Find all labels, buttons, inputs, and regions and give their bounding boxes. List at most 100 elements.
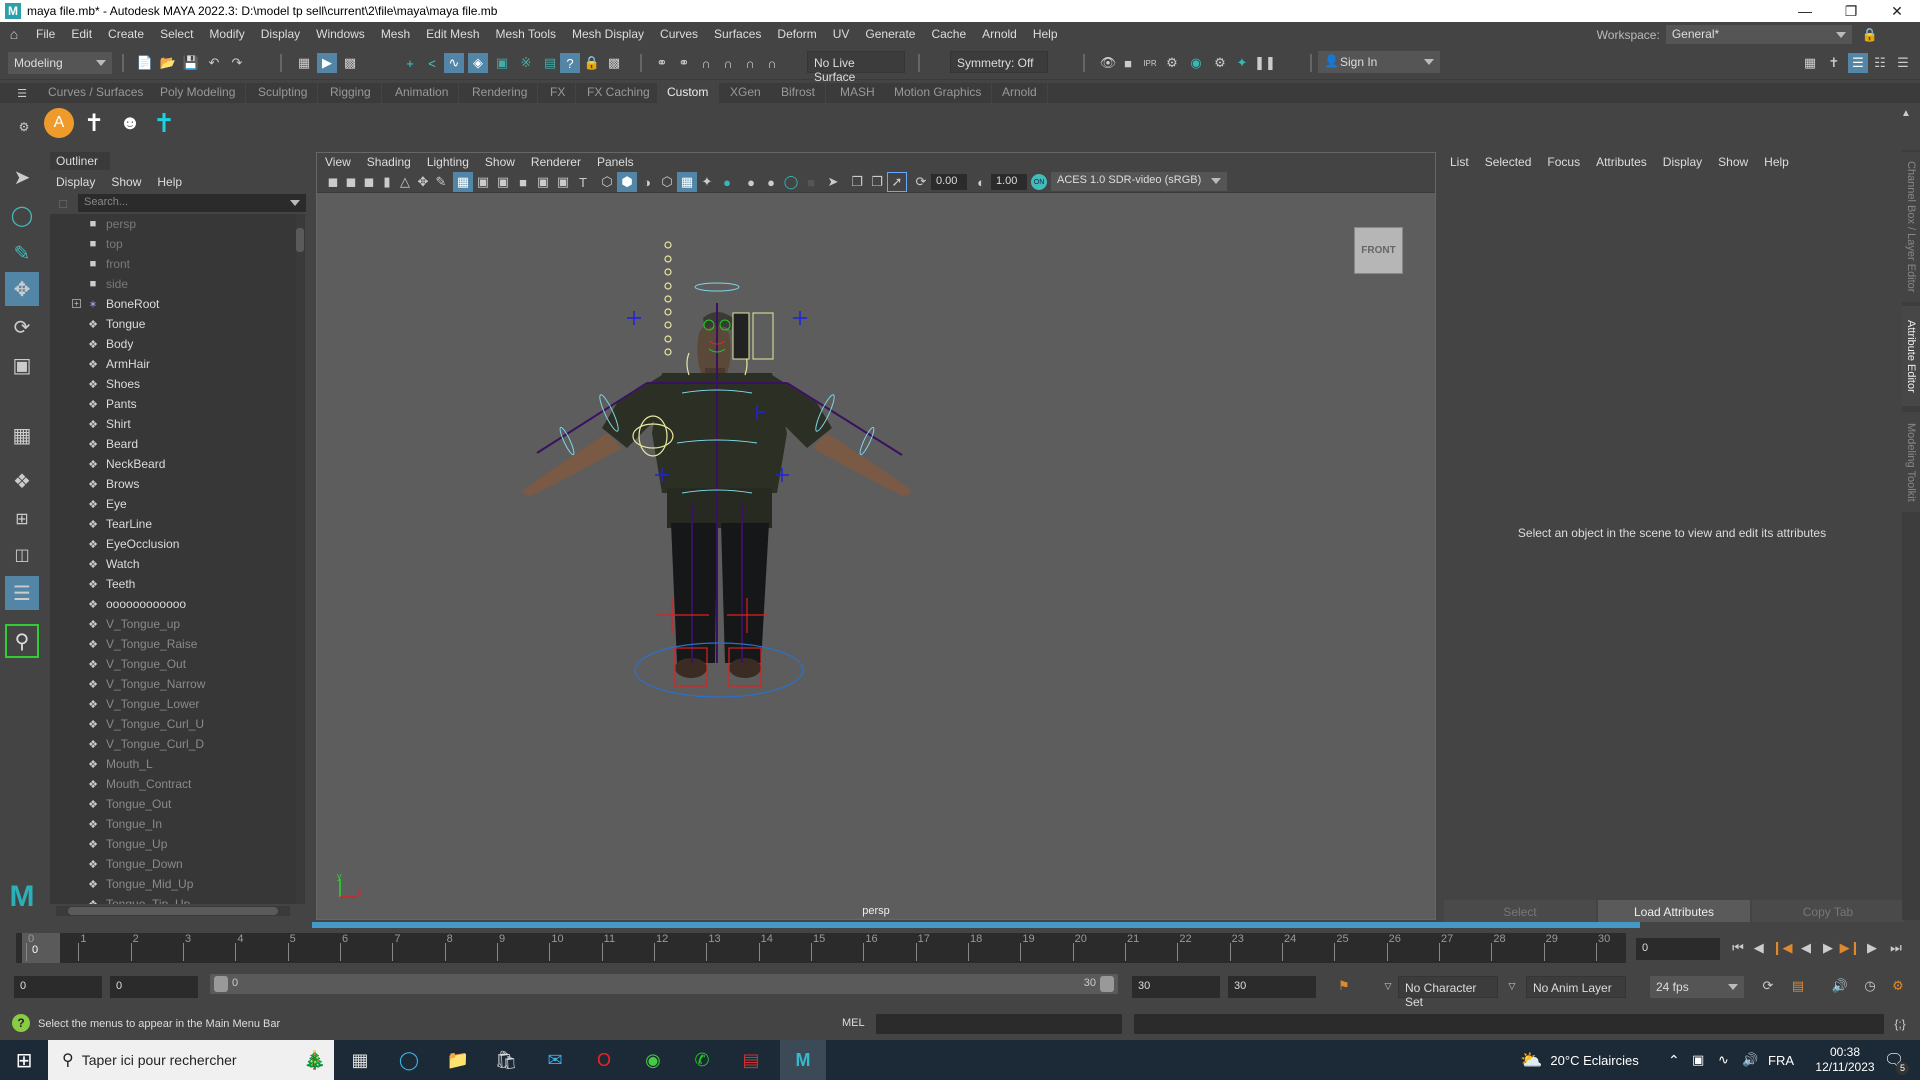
camera-select-icon[interactable]: ◼ bbox=[323, 172, 343, 192]
outliner-item[interactable]: ■ top bbox=[50, 234, 290, 254]
shelf-tab-motion-graphics[interactable]: Motion Graphics bbox=[884, 83, 993, 103]
shelf-tab-curves-surfaces[interactable]: Curves / Surfaces bbox=[38, 83, 155, 103]
modeling-toolkit-icon[interactable]: ▦ bbox=[1800, 53, 1820, 73]
render-settings-icon[interactable]: ⚙ bbox=[1162, 53, 1182, 73]
tab-channel-box[interactable]: Channel Box / Layer Editor bbox=[1902, 152, 1920, 302]
character-set-arrow-icon[interactable]: ▽ bbox=[1378, 976, 1398, 996]
start-time-field[interactable]: 0 bbox=[14, 976, 102, 998]
outliner-item[interactable]: ❖ Brows bbox=[50, 474, 290, 494]
viewport-menu-shading[interactable]: Shading bbox=[359, 155, 419, 169]
menu-mesh[interactable]: Mesh bbox=[373, 27, 418, 41]
outliner-item[interactable]: + ✶ BoneRoot bbox=[50, 294, 290, 314]
outliner-item[interactable]: ❖ oooooooooooo bbox=[50, 594, 290, 614]
go-to-start-icon[interactable]: ⏮ bbox=[1728, 938, 1748, 958]
render-view-icon[interactable]: 👁 bbox=[1098, 53, 1118, 73]
chrome-icon[interactable]: ◉ bbox=[639, 1046, 667, 1074]
outliner-item[interactable]: ❖ Tongue_Mid_Up bbox=[50, 874, 290, 894]
view-transform-dropdown[interactable]: ACES 1.0 SDR-video (sRGB) bbox=[1051, 172, 1227, 191]
outliner-item[interactable]: ❖ Mouth_Contract bbox=[50, 774, 290, 794]
snap-pivot-icon[interactable]: ※ bbox=[516, 53, 536, 73]
volume-icon[interactable]: 🔊 bbox=[1742, 1040, 1758, 1080]
advanced-skeleton-icon[interactable]: A bbox=[44, 108, 74, 138]
undo-icon[interactable]: ↶ bbox=[204, 53, 224, 73]
time-editor-icon[interactable]: ◷ bbox=[1860, 976, 1880, 996]
search-icon[interactable]: ⚲ bbox=[5, 624, 39, 658]
language-indicator[interactable]: FRA bbox=[1768, 1040, 1794, 1080]
redo-icon[interactable]: ↷ bbox=[227, 53, 247, 73]
symmetry-field[interactable]: Symmetry: Off bbox=[950, 51, 1048, 73]
task-view-icon[interactable]: ▦ bbox=[346, 1046, 374, 1074]
ae-menu-list[interactable]: List bbox=[1442, 155, 1477, 169]
step-back-key-icon[interactable]: ❙◀ bbox=[1772, 938, 1793, 958]
mail-icon[interactable]: ✉ bbox=[541, 1046, 569, 1074]
taskbar-search-input[interactable]: ⚲ Taper ici pour rechercher 🎄 bbox=[48, 1040, 334, 1080]
menu-deform[interactable]: Deform bbox=[769, 27, 824, 41]
copy-tab-button[interactable]: Copy Tab bbox=[1752, 900, 1904, 924]
animation-preferences-icon[interactable]: ⚙ bbox=[1888, 976, 1908, 996]
ae-menu-help[interactable]: Help bbox=[1756, 155, 1797, 169]
ae-menu-attributes[interactable]: Attributes bbox=[1588, 155, 1655, 169]
opera-icon[interactable]: O bbox=[590, 1046, 618, 1074]
shelf-tab-poly-modeling[interactable]: Poly Modeling bbox=[150, 83, 247, 103]
shelf-tab-fx-caching[interactable]: FX Caching bbox=[577, 83, 661, 103]
winrar-icon[interactable]: ▤ bbox=[737, 1046, 765, 1074]
color-management-toggle-icon[interactable]: ON bbox=[1031, 174, 1047, 190]
menu-file[interactable]: File bbox=[28, 27, 63, 41]
isolate-select-icon[interactable]: ➤ bbox=[823, 172, 843, 192]
render-frame-icon[interactable]: ■ bbox=[1118, 53, 1138, 73]
menu-uv[interactable]: UV bbox=[825, 27, 858, 41]
outliner-item[interactable]: ❖ Tongue_Down bbox=[50, 854, 290, 874]
step-forward-key-icon[interactable]: ▶❙ bbox=[1840, 938, 1861, 958]
light-editor-icon[interactable]: ✦ bbox=[1232, 53, 1252, 73]
use-all-lights-icon[interactable]: ✦ bbox=[697, 172, 717, 192]
outliner-menu-help[interactable]: Help bbox=[149, 175, 190, 189]
menu-help[interactable]: Help bbox=[1025, 27, 1066, 41]
scale-tool-icon[interactable]: ▣ bbox=[5, 348, 39, 382]
home-icon[interactable]: ⌂ bbox=[0, 26, 28, 42]
outliner-item[interactable]: ❖ ArmHair bbox=[50, 354, 290, 374]
anti-aliasing-icon[interactable]: ◯ bbox=[781, 172, 801, 192]
outliner-item[interactable]: ❖ V_Tongue_Narrow bbox=[50, 674, 290, 694]
viewport-menu-show[interactable]: Show bbox=[477, 155, 523, 169]
tab-attribute-editor[interactable]: Attribute Editor bbox=[1902, 306, 1920, 406]
smooth-shade-icon[interactable]: ⬢ bbox=[617, 172, 637, 192]
menu-edit-mesh[interactable]: Edit Mesh bbox=[418, 27, 487, 41]
range-slider[interactable]: 0 30 bbox=[210, 974, 1118, 994]
resolution-gate-icon[interactable]: ▣ bbox=[493, 172, 513, 192]
ae-menu-selected[interactable]: Selected bbox=[1477, 155, 1540, 169]
magnet-icon[interactable]: ∩ bbox=[696, 53, 716, 73]
new-scene-icon[interactable]: 📄 bbox=[135, 53, 155, 73]
bookmark-icon[interactable]: ▮ bbox=[377, 172, 397, 192]
make-live-icon[interactable]: ▣ bbox=[492, 53, 512, 73]
outliner-item[interactable]: ❖ V_Tongue_Out bbox=[50, 654, 290, 674]
lasso-tool-icon[interactable]: ◯ bbox=[5, 198, 39, 232]
outliner-item[interactable]: ❖ Mouth_L bbox=[50, 754, 290, 774]
human-ik-icon[interactable]: ✝ bbox=[1824, 53, 1844, 73]
command-input[interactable] bbox=[876, 1014, 1122, 1034]
wireframe-on-shaded-icon[interactable]: ⬡ bbox=[657, 172, 677, 192]
outliner-item[interactable]: ❖ EyeOcclusion bbox=[50, 534, 290, 554]
shelf-tab-arnold[interactable]: Arnold bbox=[992, 83, 1048, 103]
outliner-item[interactable]: ❖ TearLine bbox=[50, 514, 290, 534]
step-back-frame-icon[interactable]: ◀ bbox=[1750, 938, 1770, 958]
paint-select-tool-icon[interactable]: ✎ bbox=[5, 236, 39, 270]
render-setup-icon[interactable]: ⚙ bbox=[1210, 53, 1230, 73]
cache-playback-icon[interactable]: ▤ bbox=[1788, 976, 1808, 996]
outliner-item[interactable]: ■ side bbox=[50, 274, 290, 294]
outliner-item[interactable]: ❖ V_Tongue_Curl_U bbox=[50, 714, 290, 734]
outliner-tab[interactable]: Outliner bbox=[50, 152, 110, 170]
script-editor-icon[interactable]: {;} bbox=[1890, 1014, 1910, 1034]
character-set-field[interactable]: No Character Set bbox=[1398, 976, 1498, 1009]
snap-view-plane-icon[interactable]: ◈ bbox=[468, 53, 488, 73]
snap-curve-icon[interactable]: < bbox=[422, 53, 442, 73]
last-tool-icon[interactable]: ▦ bbox=[5, 418, 39, 452]
anim-start-field[interactable]: 0 bbox=[110, 976, 198, 998]
script-language-label[interactable]: MEL bbox=[842, 1017, 865, 1029]
ipr-render-icon[interactable]: IPR bbox=[1140, 53, 1160, 73]
save-scene-icon[interactable]: 💾 bbox=[181, 53, 201, 73]
outliner-item[interactable]: ❖ Shoes bbox=[50, 374, 290, 394]
edge-icon[interactable]: ◯ bbox=[395, 1046, 423, 1074]
sign-in-dropdown[interactable]: 👤 Sign In bbox=[1318, 51, 1440, 73]
menu-mesh-display[interactable]: Mesh Display bbox=[564, 27, 652, 41]
safe-title-icon[interactable]: T bbox=[573, 172, 593, 192]
